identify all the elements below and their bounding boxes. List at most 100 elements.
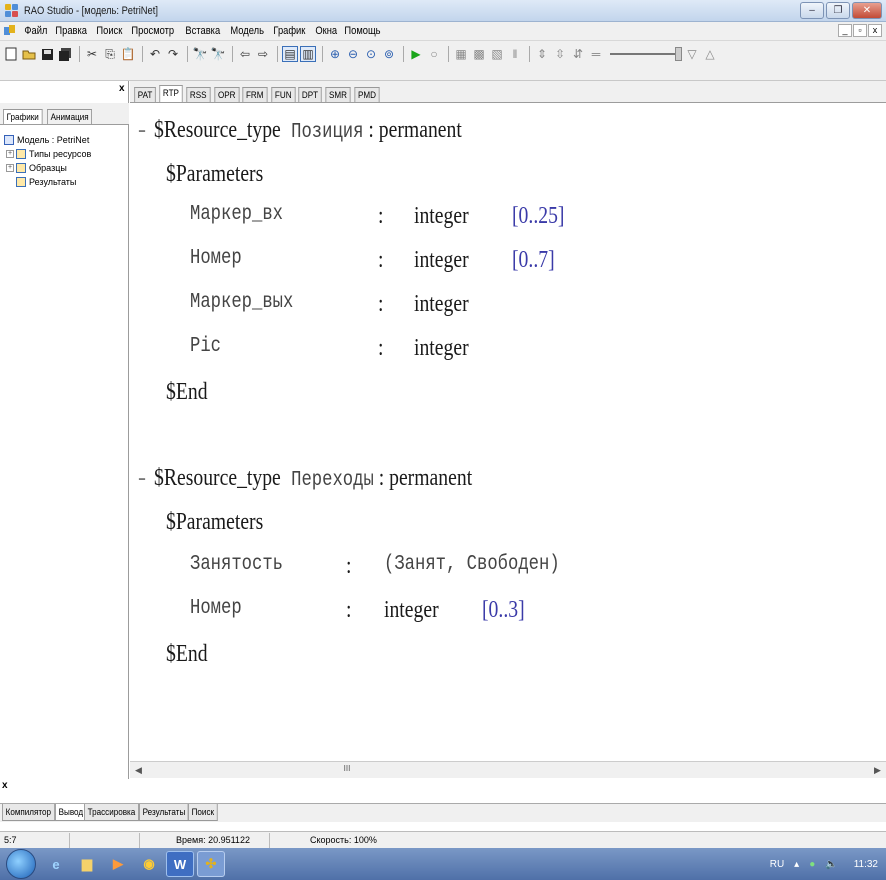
menu-chart[interactable]: График	[270, 25, 309, 37]
tray-arrow-icon[interactable]: ▴	[794, 859, 799, 870]
code-line: $Parameters	[166, 161, 264, 187]
save-icon[interactable]	[39, 46, 55, 62]
menu-view[interactable]: Просмотр	[128, 25, 178, 37]
scroll-left-icon[interactable]: ◀	[130, 765, 147, 776]
volume-icon[interactable]: 🔈	[825, 859, 837, 870]
menu-model[interactable]: Модель	[227, 25, 267, 37]
tab-find[interactable]: Поиск	[188, 804, 218, 821]
zoom-reset-icon[interactable]: ⊙	[363, 46, 379, 62]
split-view-icon[interactable]: ▥	[300, 46, 316, 62]
paste-icon[interactable]: 📋	[120, 46, 136, 62]
mdi-minimize-button[interactable]: _	[838, 24, 852, 37]
param-colon: :	[378, 335, 384, 361]
tab-pat[interactable]: PAT	[134, 87, 156, 102]
editor-area: PAT RTP RSS OPR FRM FUN DPT SMR PMD - $R…	[130, 81, 886, 779]
zoom-fit-icon[interactable]: ⊚	[381, 46, 397, 62]
speed-reset-icon[interactable]: ⇵	[570, 46, 586, 62]
param-name: Номер	[190, 247, 242, 270]
expand-icon[interactable]: +	[6, 150, 14, 158]
back-icon[interactable]: ⇦	[237, 46, 253, 62]
start-button[interactable]	[6, 849, 36, 879]
clock[interactable]: 11:32	[854, 859, 878, 870]
close-button[interactable]: ✕	[852, 2, 882, 19]
save-all-icon[interactable]	[57, 46, 73, 62]
tab-pmd[interactable]: PMD	[354, 87, 380, 102]
language-indicator[interactable]: RU	[770, 859, 784, 870]
tab-results[interactable]: Результаты	[138, 804, 189, 821]
scroll-right-icon[interactable]: ▶	[869, 765, 886, 776]
mdi-restore-button[interactable]: ▫	[853, 24, 867, 37]
code-editor[interactable]: - $Resource_type Позиция : permanent $Pa…	[138, 107, 878, 747]
model-icon	[4, 135, 14, 145]
cut-icon[interactable]: ✂	[84, 46, 100, 62]
panel-close-icon[interactable]: x	[119, 83, 125, 94]
fold-marker[interactable]: -	[138, 117, 146, 144]
param-colon: :	[378, 291, 384, 317]
menu-search[interactable]: Поиск	[93, 25, 126, 37]
chrome-icon[interactable]: ◉	[135, 851, 163, 877]
tab-smr[interactable]: SMR	[325, 87, 351, 102]
tree-item-results[interactable]: Результаты	[4, 175, 91, 189]
trace-icon[interactable]: ▦	[453, 46, 469, 62]
tab-rss[interactable]: RSS	[186, 87, 211, 102]
zoom-out-icon[interactable]: ⊖	[345, 46, 361, 62]
menu-help[interactable]: Помощь	[341, 25, 384, 37]
stop-icon[interactable]: ○	[426, 46, 442, 62]
tab-charts[interactable]: Графики	[3, 109, 43, 124]
open-folder-icon[interactable]	[21, 46, 37, 62]
scroll-thumb[interactable]: III	[339, 764, 355, 776]
tree-item-resource-types[interactable]: + Типы ресурсов	[4, 147, 91, 161]
tab-dpt[interactable]: DPT	[298, 87, 322, 102]
tree-root[interactable]: Модель : PetriNet	[4, 133, 91, 147]
copy-icon[interactable]: ⎘	[102, 46, 118, 62]
redo-icon[interactable]: ↷	[165, 46, 181, 62]
tab-trace[interactable]: Трассировка	[83, 804, 139, 821]
menu-bar: Файл Правка Поиск Просмотр Вставка Модел…	[0, 22, 886, 41]
speed-down-icon[interactable]: ⇳	[552, 46, 568, 62]
zoom-in-icon[interactable]: ⊕	[327, 46, 343, 62]
menu-insert[interactable]: Вставка	[182, 25, 224, 37]
speed-up-icon[interactable]: ⇕	[534, 46, 550, 62]
minimize-button[interactable]: –	[800, 2, 824, 19]
tab-rtp[interactable]: RTP	[159, 85, 183, 102]
horizontal-scrollbar[interactable]: ◀ III ▶	[130, 761, 886, 778]
new-file-icon[interactable]	[3, 46, 19, 62]
tab-frm[interactable]: FRM	[242, 87, 268, 102]
menu-windows[interactable]: Окна	[312, 25, 341, 37]
speed-max-icon[interactable]: ═	[588, 46, 604, 62]
ie-icon[interactable]: e	[42, 851, 70, 877]
view-mode-icon[interactable]: ▤	[282, 46, 298, 62]
tab-opr[interactable]: OPR	[213, 87, 239, 102]
tab-output[interactable]: Вывод	[54, 804, 87, 821]
tab-compiler[interactable]: Компилятор	[2, 804, 55, 821]
triangle-down-icon[interactable]: ▽	[684, 46, 700, 62]
output-close-icon[interactable]: x	[2, 780, 8, 791]
find-next-icon[interactable]: 🔭	[210, 46, 226, 62]
param-type: (Занят, Свободен)	[384, 553, 560, 576]
rao-taskbar-icon[interactable]: ✣	[197, 851, 225, 877]
undo-icon[interactable]: ↶	[147, 46, 163, 62]
find-icon[interactable]: 🔭	[192, 46, 208, 62]
network-icon[interactable]: ●	[809, 859, 815, 870]
param-colon: :	[378, 203, 384, 229]
expand-icon[interactable]: +	[6, 164, 14, 172]
run-icon[interactable]: ▶	[408, 46, 424, 62]
fold-marker[interactable]: -	[138, 465, 146, 492]
trace-step-icon[interactable]: ▩	[471, 46, 487, 62]
menu-file[interactable]: Файл	[21, 25, 51, 37]
maximize-button[interactable]: ❐	[826, 2, 850, 19]
forward-icon[interactable]: ⇨	[255, 46, 271, 62]
triangle-up-icon[interactable]: △	[702, 46, 718, 62]
mdi-close-button[interactable]: x	[868, 24, 882, 37]
word-icon[interactable]: W	[166, 851, 194, 877]
tab-fun[interactable]: FUN	[270, 87, 295, 102]
pause-icon[interactable]: ‖	[507, 46, 523, 62]
tab-animation[interactable]: Анимация	[46, 109, 93, 124]
menu-edit[interactable]: Правка	[52, 25, 90, 37]
speed-slider[interactable]	[610, 47, 682, 61]
tree-item-patterns[interactable]: + Образцы	[4, 161, 91, 175]
trace-next-icon[interactable]: ▧	[489, 46, 505, 62]
folder-icon	[16, 177, 26, 187]
explorer-icon[interactable]: ▆	[73, 851, 101, 877]
media-player-icon[interactable]: ▶	[104, 851, 132, 877]
